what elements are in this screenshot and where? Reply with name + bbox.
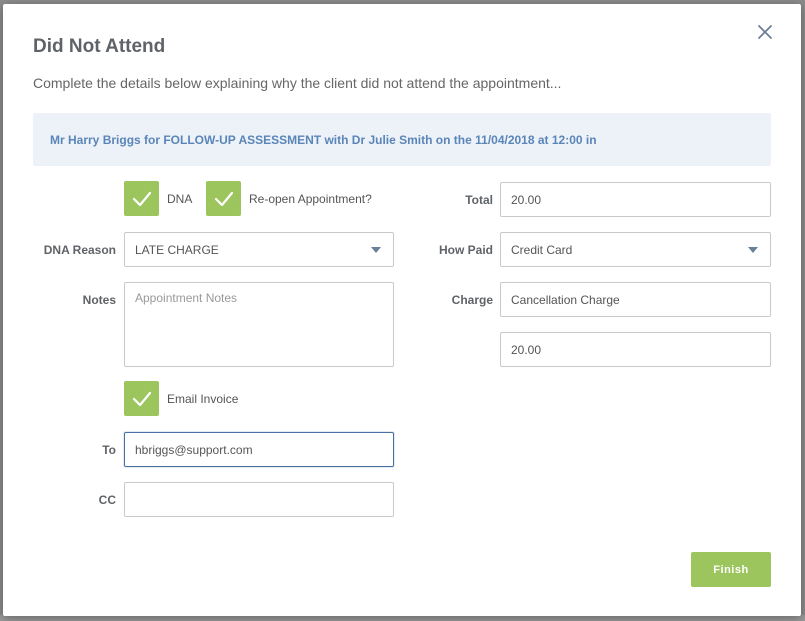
- total-label: Total: [465, 193, 493, 207]
- dna-reason-value: LATE CHARGE: [135, 242, 219, 257]
- chevron-down-icon: [748, 246, 758, 253]
- how-paid-select[interactable]: Credit Card: [500, 232, 771, 267]
- reopen-appointment-label: Re-open Appointment?: [249, 192, 372, 206]
- charge-amount-input[interactable]: [500, 332, 771, 367]
- modal-title: Did Not Attend: [33, 36, 166, 57]
- cc-email-input[interactable]: [124, 482, 394, 517]
- check-icon: [132, 391, 151, 406]
- email-invoice-label: Email Invoice: [167, 392, 239, 406]
- charge-label: Charge: [451, 293, 493, 307]
- appointment-banner-text: Mr Harry Briggs for FOLLOW-UP ASSESSMENT…: [50, 132, 597, 147]
- notes-label: Notes: [82, 293, 116, 307]
- close-icon[interactable]: [755, 22, 775, 42]
- modal-subtitle: Complete the details below explaining wh…: [33, 75, 562, 91]
- email-invoice-checkbox[interactable]: [124, 381, 159, 416]
- reopen-appointment-checkbox[interactable]: [206, 181, 241, 216]
- dna-reason-label: DNA Reason: [43, 243, 116, 257]
- did-not-attend-modal: Did Not Attend Complete the details belo…: [3, 4, 801, 616]
- check-icon: [214, 191, 233, 206]
- how-paid-label: How Paid: [438, 243, 493, 257]
- chevron-down-icon: [371, 246, 381, 253]
- total-input[interactable]: [500, 182, 771, 217]
- check-icon: [132, 191, 151, 206]
- to-label: To: [102, 443, 116, 457]
- dna-checkbox[interactable]: [124, 181, 159, 216]
- notes-textarea[interactable]: [124, 282, 394, 367]
- dna-reason-select[interactable]: LATE CHARGE: [124, 232, 394, 267]
- finish-button[interactable]: Finish: [691, 552, 771, 587]
- to-email-input[interactable]: [124, 432, 394, 467]
- how-paid-value: Credit Card: [511, 242, 573, 257]
- charge-description-input[interactable]: [500, 282, 771, 317]
- appointment-banner: Mr Harry Briggs for FOLLOW-UP ASSESSMENT…: [33, 113, 771, 166]
- cc-label: CC: [98, 493, 116, 507]
- dna-label: DNA: [167, 192, 193, 206]
